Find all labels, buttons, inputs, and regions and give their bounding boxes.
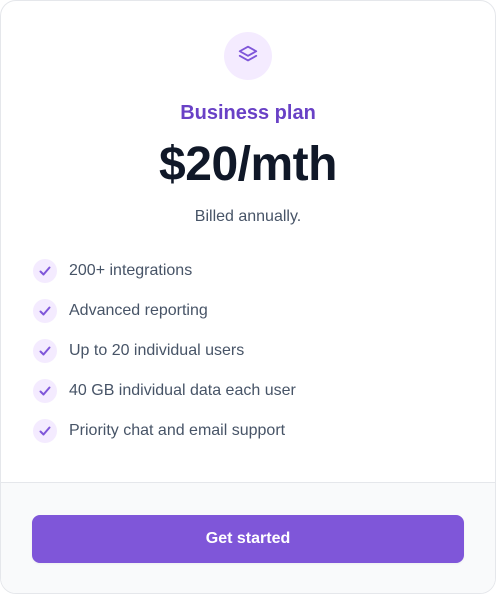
feature-item: Priority chat and email support bbox=[33, 419, 296, 443]
check-icon bbox=[33, 299, 57, 323]
pricing-card-header: Business plan $20/mth Billed annually. 2… bbox=[1, 1, 495, 482]
feature-label: Up to 20 individual users bbox=[69, 342, 245, 359]
feature-list: 200+ integrations Advanced reporting Up … bbox=[33, 259, 296, 459]
layers-icon bbox=[237, 43, 259, 70]
feature-item: Advanced reporting bbox=[33, 299, 296, 323]
billing-note: Billed annually. bbox=[194, 208, 302, 225]
feature-item: Up to 20 individual users bbox=[33, 339, 296, 363]
check-icon bbox=[33, 259, 57, 283]
feature-item: 200+ integrations bbox=[33, 259, 296, 283]
feature-label: 200+ integrations bbox=[69, 262, 193, 279]
plan-icon-badge bbox=[224, 32, 272, 80]
check-icon bbox=[33, 419, 57, 443]
plan-price: $20/mth bbox=[159, 138, 337, 191]
check-icon bbox=[33, 339, 57, 363]
feature-item: 40 GB individual data each user bbox=[33, 379, 296, 403]
feature-label: 40 GB individual data each user bbox=[69, 382, 296, 399]
get-started-button[interactable]: Get started bbox=[32, 515, 464, 563]
pricing-card-footer: Get started bbox=[1, 482, 495, 593]
feature-label: Priority chat and email support bbox=[69, 422, 286, 439]
pricing-card: Business plan $20/mth Billed annually. 2… bbox=[0, 0, 496, 594]
feature-label: Advanced reporting bbox=[69, 302, 208, 319]
check-icon bbox=[33, 379, 57, 403]
plan-name: Business plan bbox=[180, 102, 316, 124]
